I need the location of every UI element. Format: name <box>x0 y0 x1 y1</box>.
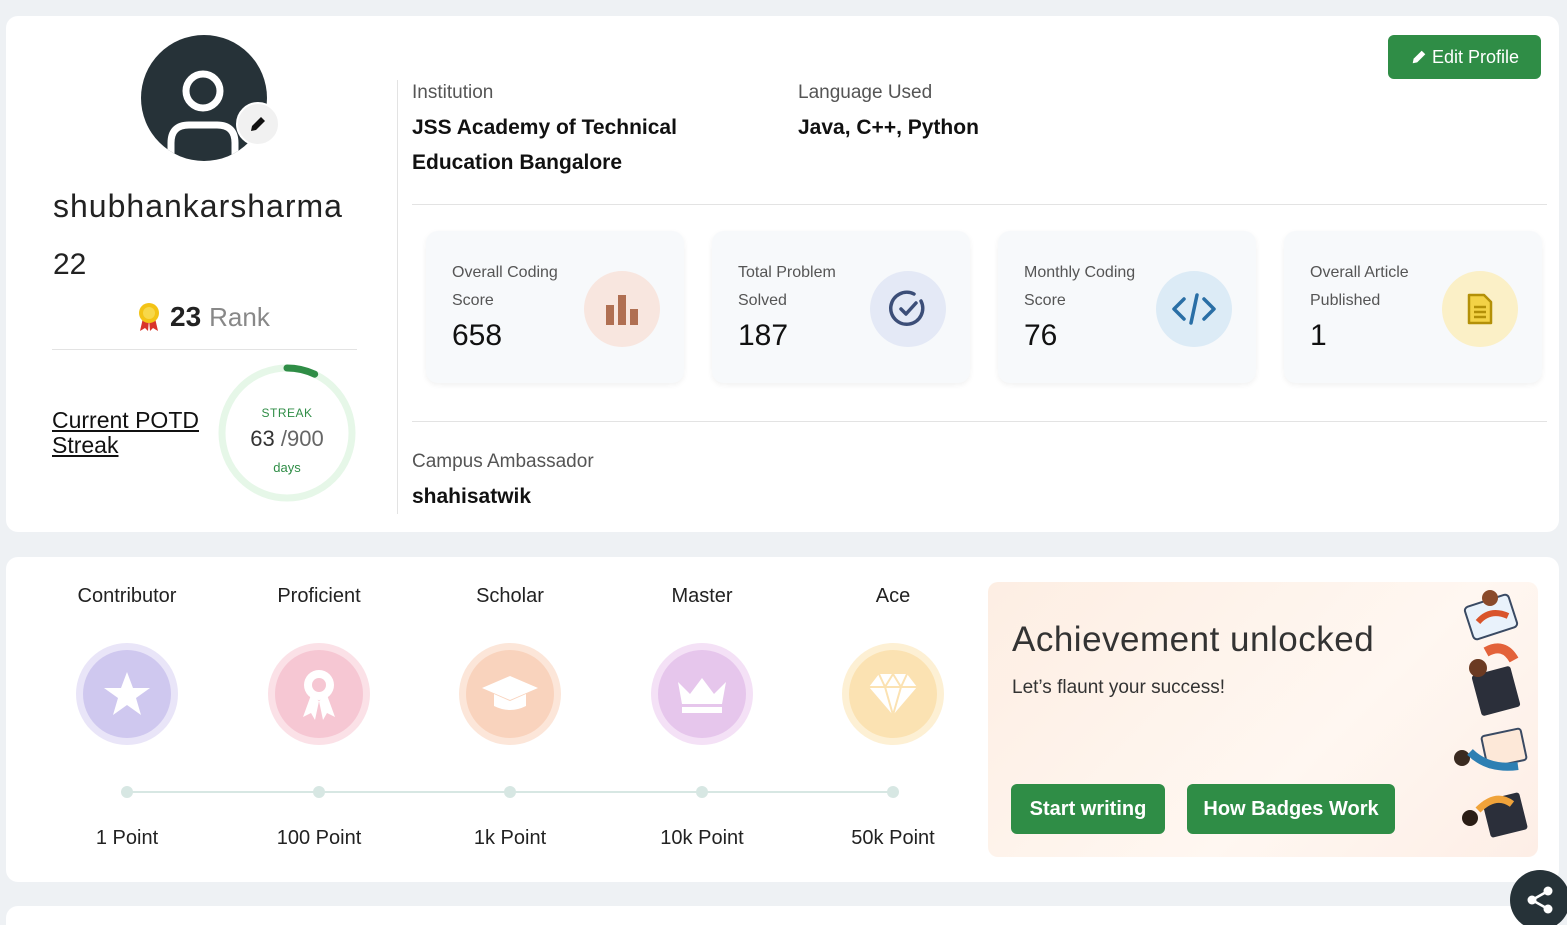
badge-points: 100 Point <box>276 827 362 849</box>
achievement-title: Achievement unlocked <box>1012 620 1375 659</box>
ambassador-label: Campus Ambassador <box>412 451 594 472</box>
timeline-dot <box>504 786 516 798</box>
ambassador-value: shahisatwik <box>412 485 532 508</box>
stat-title: Overall Coding Score <box>452 264 558 309</box>
achievement-subtitle: Let’s flaunt your success! <box>1012 677 1225 698</box>
username: shubhankarsharma <box>53 188 343 224</box>
language-value: Java, C++, Python <box>798 116 979 139</box>
badge-medal <box>268 643 370 745</box>
badge-medal <box>459 643 561 745</box>
streak-unit: days <box>273 460 301 475</box>
edit-profile-button[interactable]: Edit Profile <box>1388 35 1541 79</box>
badges-card: Contributor 1 Point Proficient 100 Point <box>6 557 1559 882</box>
vertical-divider <box>397 80 398 514</box>
stat-title: Total Problem Solved <box>738 264 836 309</box>
crown-icon <box>658 650 746 738</box>
badge-points: 10k Point <box>660 827 744 849</box>
stat-title: Overall Article Published <box>1310 264 1409 309</box>
badge-points: 1k Point <box>473 827 547 849</box>
institution-label: Institution <box>412 82 494 103</box>
stat-value: 76 <box>1024 319 1058 352</box>
share-button[interactable] <box>1510 870 1567 925</box>
streak-label: STREAK <box>261 406 313 420</box>
stat-title: Monthly Coding Score <box>1024 264 1136 309</box>
stat-value: 1 <box>1310 319 1327 352</box>
people-illustration-icon <box>1454 590 1528 838</box>
achievement-panel: Achievement unlocked Let’s flaunt your s… <box>988 582 1538 857</box>
stat-card-articles-published: Overall Article Published 1 <box>1284 231 1542 383</box>
star-icon <box>83 650 171 738</box>
badge-medal <box>76 643 178 745</box>
stat-value: 187 <box>738 319 789 352</box>
start-writing-button[interactable]: Start writing <box>1011 784 1165 834</box>
rank: 23 Rank <box>136 301 270 333</box>
graduation-cap-icon <box>466 650 554 738</box>
stat-card-coding-score: Overall Coding Score 658 <box>426 231 684 383</box>
profile-card: shubhankarsharma 22 23 Rank Current POTD… <box>6 16 1559 532</box>
rank-label: Rank <box>209 301 270 332</box>
document-icon <box>1442 271 1518 347</box>
stat-card-problems-solved: Total Problem Solved 187 <box>712 231 970 383</box>
timeline-dot <box>887 786 899 798</box>
badge-name: Contributor <box>77 585 177 607</box>
age: 22 <box>53 248 87 281</box>
code-icon <box>1156 271 1232 347</box>
potd-streak-link[interactable]: Current POTD Streak <box>52 408 212 458</box>
badge-name: Master <box>671 585 733 607</box>
diamond-icon <box>849 650 937 738</box>
stat-card-monthly-score: Monthly Coding Score 76 <box>998 231 1256 383</box>
how-badges-work-button[interactable]: How Badges Work <box>1187 784 1395 834</box>
medal-icon <box>139 303 159 331</box>
streak-current: 63 <box>250 426 275 451</box>
edit-avatar-button[interactable] <box>236 102 280 146</box>
edit-profile-label: Edit Profile <box>1431 46 1520 67</box>
timeline-dot <box>313 786 325 798</box>
badge-points: 1 Point <box>95 827 159 849</box>
timeline-dot <box>696 786 708 798</box>
award-ribbon-icon <box>275 650 363 738</box>
next-section-card <box>6 906 1559 925</box>
badge-medal <box>842 643 944 745</box>
streak-total: /900 <box>280 426 324 451</box>
badge-name: Scholar <box>476 585 544 607</box>
stat-value: 658 <box>452 319 503 352</box>
pencil-icon <box>1412 50 1426 64</box>
badge-medal <box>651 643 753 745</box>
check-circle-icon <box>870 271 946 347</box>
divider <box>412 204 1547 205</box>
badge-points: 50k Point <box>851 827 935 849</box>
pencil-icon <box>251 117 265 131</box>
language-label: Language Used <box>798 82 933 103</box>
badge-name: Ace <box>875 585 911 607</box>
divider <box>52 349 357 350</box>
bar-chart-icon <box>584 271 660 347</box>
streak-count: 63 /900 <box>216 426 358 452</box>
badge-name: Proficient <box>277 585 361 607</box>
streak-ring: STREAK 63 /900 days <box>216 362 358 504</box>
share-icon <box>1527 886 1553 914</box>
timeline-dot <box>121 786 133 798</box>
rank-number: 23 <box>170 301 202 332</box>
institution-value: JSS Academy of Technical Education Banga… <box>412 116 677 174</box>
divider <box>412 421 1547 422</box>
